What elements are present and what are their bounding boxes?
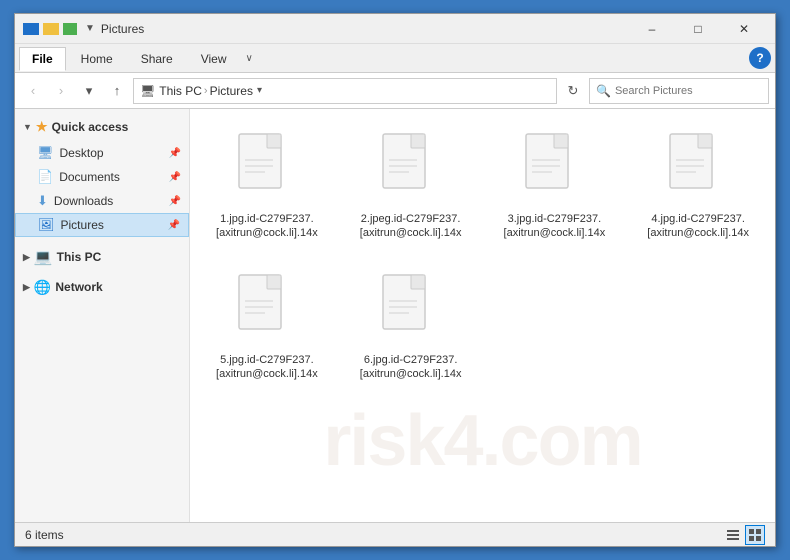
sidebar-this-pc-header[interactable]: ▶ 💻 This PC <box>15 243 189 271</box>
sidebar-network-header[interactable]: ▶ 🌐 Network <box>15 273 189 301</box>
file-item[interactable]: 6.jpg.id-C279F237.[axitrun@cock.li].14x <box>344 260 478 391</box>
file-item[interactable]: 1.jpg.id-C279F237.[axitrun@cock.li].14x <box>200 119 334 250</box>
title-bar-arrow: ▼ <box>85 23 95 34</box>
file-icon-wrapper <box>518 128 590 208</box>
expand-arrow-quick-access: ▼ <box>23 122 32 132</box>
ribbon: File Home Share View ∨ ? <box>15 44 775 73</box>
downloads-icon: ⬇ <box>37 193 48 209</box>
forward-button[interactable]: › <box>49 79 73 103</box>
sidebar-documents-label: Documents <box>59 170 120 184</box>
status-count: 6 items <box>25 528 723 542</box>
address-path[interactable]: 🖥This PC › Pictures ▾ <box>133 78 557 104</box>
file-icon-wrapper <box>662 128 734 208</box>
back-button[interactable]: ‹ <box>21 79 45 103</box>
search-icon: 🔍 <box>596 84 611 98</box>
pin-icon-pictures: 📌 <box>168 220 180 231</box>
quick-access-star-icon: ★ <box>36 119 48 135</box>
window-controls: – □ ✕ <box>629 14 767 44</box>
list-view-button[interactable] <box>723 525 743 545</box>
app-icon-green <box>63 23 77 35</box>
file-item[interactable]: 3.jpg.id-C279F237.[axitrun@cock.li].14x <box>488 119 622 250</box>
file-icon-wrapper <box>231 269 303 349</box>
sidebar-item-desktop[interactable]: 🖥 Desktop 📌 <box>15 141 189 165</box>
file-name: 2.jpeg.id-C279F237.[axitrun@cock.li].14x <box>356 212 466 241</box>
file-icon <box>381 273 441 345</box>
status-bar: 6 items <box>15 522 775 546</box>
refresh-button[interactable]: ↻ <box>561 79 585 103</box>
documents-icon: 📄 <box>37 169 53 185</box>
close-button[interactable]: ✕ <box>721 14 767 44</box>
expand-arrow-this-pc: ▶ <box>23 252 30 263</box>
recent-locations-button[interactable]: ▾ <box>77 79 101 103</box>
sidebar-item-pictures[interactable]: 🖼 Pictures 📌 <box>15 213 189 237</box>
file-item[interactable]: 5.jpg.id-C279F237.[axitrun@cock.li].14x <box>200 260 334 391</box>
title-bar: ▼ Pictures – □ ✕ <box>15 14 775 44</box>
sidebar: ▼ ★ Quick access 🖥 Desktop 📌 📄 Documents… <box>15 109 190 522</box>
pin-icon-documents: 📌 <box>169 172 181 183</box>
content-area: risk4.com 1.jpg.id-C279F237.[axitrun@coc… <box>190 109 775 522</box>
file-icon <box>237 132 297 204</box>
path-dropdown-chevron[interactable]: ▾ <box>257 85 262 96</box>
address-bar: ‹ › ▾ ↑ 🖥This PC › Pictures ▾ ↻ 🔍 <box>15 73 775 109</box>
maximize-button[interactable]: □ <box>675 14 721 44</box>
minimize-button[interactable]: – <box>629 14 675 44</box>
sidebar-quick-access-header[interactable]: ▼ ★ Quick access <box>15 113 189 141</box>
tab-share[interactable]: Share <box>128 47 186 70</box>
file-icon <box>237 273 297 345</box>
file-icon <box>524 132 584 204</box>
sidebar-downloads-label: Downloads <box>54 194 113 208</box>
app-icon-blue <box>23 23 39 35</box>
tab-home[interactable]: Home <box>68 47 126 70</box>
up-button[interactable]: ↑ <box>105 79 129 103</box>
file-item[interactable]: 4.jpg.id-C279F237.[axitrun@cock.li].14x <box>631 119 765 250</box>
search-box[interactable]: 🔍 <box>589 78 769 104</box>
path-this-pc: 🖥This PC <box>140 84 202 98</box>
main-area: ▼ ★ Quick access 🖥 Desktop 📌 📄 Documents… <box>15 109 775 522</box>
window-title: Pictures <box>101 22 629 36</box>
view-buttons <box>723 525 765 545</box>
file-icon <box>668 132 728 204</box>
file-name: 1.jpg.id-C279F237.[axitrun@cock.li].14x <box>212 212 322 241</box>
expand-arrow-network: ▶ <box>23 282 30 293</box>
this-pc-icon: 💻 <box>34 248 53 266</box>
title-bar-icons <box>23 23 77 35</box>
explorer-window: ▼ Pictures – □ ✕ File Home Share View ∨ … <box>14 13 776 547</box>
file-icon <box>381 132 441 204</box>
watermark: risk4.com <box>323 400 641 482</box>
file-item[interactable]: 2.jpeg.id-C279F237.[axitrun@cock.li].14x <box>344 119 478 250</box>
quick-access-label: Quick access <box>52 120 129 134</box>
app-icon-yellow <box>43 23 59 35</box>
ribbon-chevron[interactable]: ∨ <box>246 53 253 64</box>
file-icon-wrapper <box>231 128 303 208</box>
network-icon: 🌐 <box>34 279 51 296</box>
pin-icon-downloads: 📌 <box>169 196 181 207</box>
path-sep-1: › <box>204 85 208 97</box>
help-button[interactable]: ? <box>749 47 771 69</box>
ribbon-tabs: File Home Share View ∨ ? <box>15 44 775 72</box>
file-name: 5.jpg.id-C279F237.[axitrun@cock.li].14x <box>212 353 322 382</box>
file-name: 6.jpg.id-C279F237.[axitrun@cock.li].14x <box>356 353 466 382</box>
network-label: Network <box>55 280 102 294</box>
pin-icon-desktop: 📌 <box>169 148 181 159</box>
grid-view-button[interactable] <box>745 525 765 545</box>
file-name: 4.jpg.id-C279F237.[axitrun@cock.li].14x <box>643 212 753 241</box>
pictures-icon: 🖼 <box>38 217 55 233</box>
sidebar-item-downloads[interactable]: ⬇ Downloads 📌 <box>15 189 189 213</box>
sidebar-pictures-label: Pictures <box>61 218 104 232</box>
file-icon-wrapper <box>375 269 447 349</box>
file-name: 3.jpg.id-C279F237.[axitrun@cock.li].14x <box>499 212 609 241</box>
tab-file[interactable]: File <box>19 47 66 71</box>
sidebar-desktop-label: Desktop <box>60 146 104 160</box>
this-pc-label: This PC <box>57 250 102 264</box>
desktop-icon: 🖥 <box>37 145 54 161</box>
tab-view[interactable]: View <box>188 47 240 70</box>
file-icon-wrapper <box>375 128 447 208</box>
search-input[interactable] <box>615 85 762 97</box>
path-pictures: Pictures <box>210 84 253 98</box>
sidebar-item-documents[interactable]: 📄 Documents 📌 <box>15 165 189 189</box>
files-grid: 1.jpg.id-C279F237.[axitrun@cock.li].14x … <box>200 119 765 390</box>
